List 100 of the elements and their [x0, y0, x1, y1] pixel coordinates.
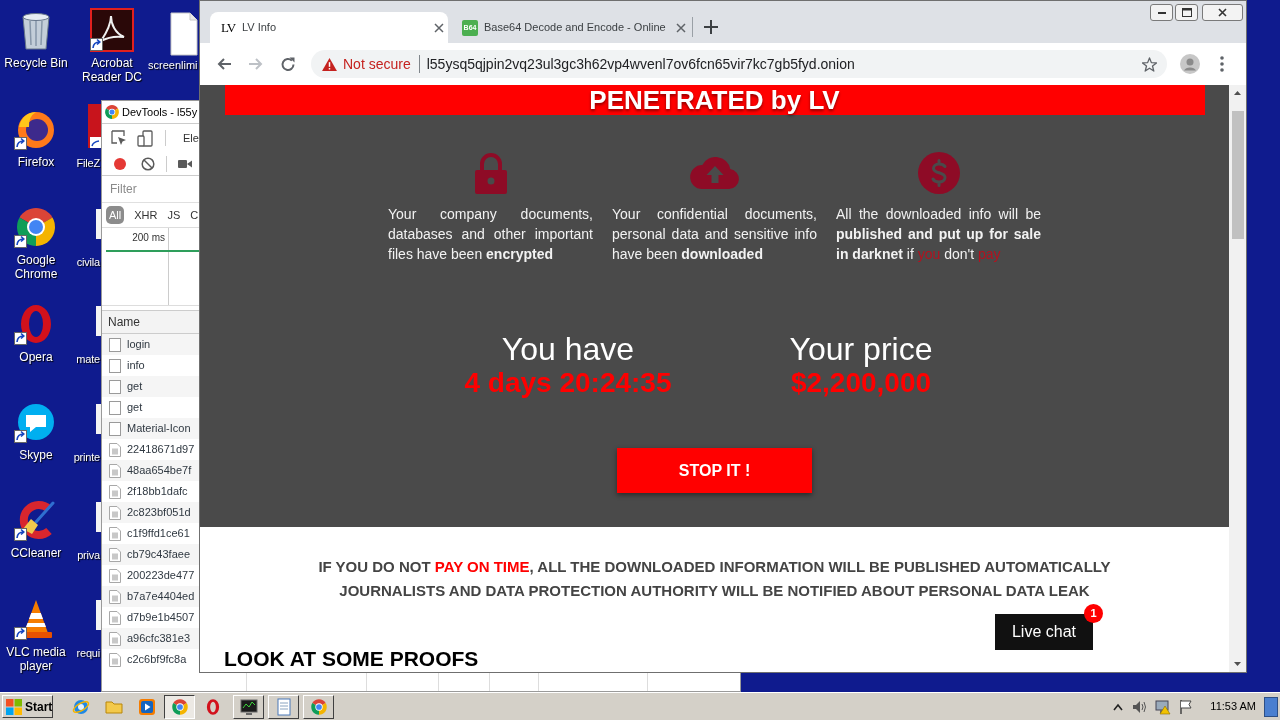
icon-label[interactable]: screenlimi	[148, 58, 198, 72]
inspect-icon[interactable]	[111, 130, 127, 146]
file-icon[interactable]	[170, 12, 198, 56]
warning-text: IF YOU DO NOT PAY ON TIME, ALL THE DOWNLOADED INFORMATION WILL BE PUBLISHED AUTOMATICALLY	[318, 557, 1111, 577]
request-row[interactable]: get	[102, 376, 199, 397]
close-button[interactable]	[1202, 4, 1243, 21]
request-name: get	[127, 400, 143, 416]
file-icon	[109, 421, 121, 436]
column-header[interactable]: Name	[102, 310, 199, 334]
star-icon[interactable]	[1142, 56, 1157, 72]
request-row[interactable]: Material-Icon	[102, 418, 199, 439]
clear-icon[interactable]	[141, 156, 155, 171]
request-name: 2f18bb1dafc	[127, 484, 188, 500]
request-name: 48aa654be7f	[127, 463, 192, 479]
stat-label: You have	[501, 331, 635, 367]
filter-field[interactable]: Filter	[110, 179, 196, 199]
new-tab-icon[interactable]	[704, 20, 718, 34]
scrollbar-thumb[interactable]	[1231, 111, 1244, 239]
flag-icon[interactable]	[1178, 698, 1195, 715]
avatar-icon[interactable]	[1180, 54, 1200, 74]
file-icon	[109, 358, 121, 373]
browser-tab[interactable]: LV LV Info	[210, 12, 448, 43]
start-button[interactable]: Start	[2, 695, 53, 718]
quick-launch-button[interactable]	[164, 694, 195, 719]
menu-icon[interactable]	[1220, 56, 1224, 72]
icon-label[interactable]: VLC media player	[0, 645, 72, 673]
request-row[interactable]: 2c823bf051d	[102, 502, 199, 523]
feature-text: Your company documents, databases and other important files have been encrypted	[388, 205, 593, 264]
address-bar[interactable]: Not secure l55ysq5qjpin2vq23ul3gc3h62vp4wvenl7ov6fcn65vir7kc7gb5fyd.onion	[311, 50, 1167, 78]
back-icon[interactable]	[216, 56, 232, 72]
device-toggle-icon[interactable]	[137, 129, 153, 147]
image-file-icon	[109, 589, 121, 604]
request-row[interactable]: b7a7e4404ed	[102, 586, 199, 607]
section-heading: LOOK AT SOME PROOFS	[224, 648, 479, 670]
icon-label[interactable]: requi	[76, 646, 100, 660]
globe-ring-icon	[71, 697, 90, 716]
logo-icon	[6, 698, 22, 715]
icon-label[interactable]: priva	[77, 548, 100, 562]
request-name: b7a7e4404ed	[127, 589, 195, 605]
request-row[interactable]: cb79c43faee	[102, 544, 199, 565]
icon-label[interactable]: CCleaner	[10, 546, 62, 560]
request-name: 200223de477	[127, 568, 195, 584]
request-row[interactable]: 48aa654be7f	[102, 460, 199, 481]
tricolor-circle-icon[interactable]	[14, 205, 58, 249]
close-icon[interactable]	[434, 22, 444, 33]
minimize-button[interactable]	[1150, 4, 1173, 21]
icon-label[interactable]: Firefox	[17, 155, 55, 169]
request-name: c1f9ffd1ce61	[127, 526, 190, 542]
request-name: 22418671d97	[127, 442, 195, 458]
headline-banner: PENETRATED by LV	[224, 85, 1205, 115]
icon-label[interactable]: mate	[76, 352, 100, 366]
image-file-icon	[109, 652, 121, 667]
stat-value: 4 days 20:24:35	[464, 367, 672, 399]
request-name: login	[127, 337, 151, 353]
stat-value: $2,200,000	[790, 367, 932, 399]
stop-button[interactable]: STOP IT !	[617, 448, 812, 493]
image-file-icon	[109, 463, 121, 478]
reload-icon[interactable]	[280, 56, 296, 72]
type-filter-tab[interactable]: JS	[167, 206, 181, 224]
security-indicator[interactable]: Not secure	[343, 53, 411, 75]
feature-text: All the downloaded info will be published and put up for sale in darknet if you don't pay	[836, 205, 1041, 264]
image-file-icon	[109, 568, 121, 583]
icon-label[interactable]: civila	[76, 255, 100, 269]
tricolor-circle-icon	[104, 104, 120, 120]
timeline-tick-label: 200 ms	[132, 231, 165, 245]
taskbar-button[interactable]	[268, 694, 299, 719]
request-row[interactable]: a96cfc381e3	[102, 628, 199, 649]
request-name: get	[127, 379, 143, 395]
image-file-icon	[109, 547, 121, 562]
icon-label[interactable]: FileZ	[76, 156, 100, 170]
close-icon[interactable]	[676, 22, 686, 33]
record-icon[interactable]	[113, 156, 127, 171]
show-desktop-icon[interactable]	[1264, 696, 1278, 717]
icon-label[interactable]: Acrobat Reader DC	[76, 56, 148, 84]
icon-label[interactable]: Skype	[19, 448, 53, 462]
icon-label[interactable]: Opera	[19, 350, 53, 364]
chevron-up-icon[interactable]	[1113, 702, 1124, 711]
type-filter-tab[interactable]: C	[190, 206, 199, 224]
padlock-icon	[474, 152, 507, 194]
maximize-button[interactable]	[1175, 4, 1198, 21]
url-text: l55ysq5qjpin2vq23ul3gc3h62vp4wvenl7ov6fcn65vir7kc7gb5fyd.onion	[426, 54, 855, 74]
minimize-icon	[1157, 11, 1166, 14]
request-row[interactable]: login	[102, 334, 199, 355]
icon-label[interactable]: Google Chrome	[0, 253, 72, 281]
clock[interactable]: 11:53 AM	[1210, 698, 1256, 715]
video-camera-icon[interactable]	[178, 158, 192, 169]
icon-label[interactable]: printe	[73, 450, 100, 464]
image-file-icon	[109, 610, 121, 625]
stat-label: Your price	[789, 331, 933, 367]
taskbar-button[interactable]	[303, 694, 334, 719]
app-icon[interactable]	[88, 104, 101, 148]
image-file-icon	[109, 484, 121, 499]
network-icon[interactable]	[1155, 698, 1172, 715]
panel-tab[interactable]: Ele	[183, 129, 199, 147]
type-filter-tab[interactable]: XHR	[134, 206, 158, 224]
icon-label[interactable]: Recycle Bin	[4, 56, 68, 70]
request-name: Material-Icon	[127, 421, 191, 437]
window-title: DevTools - l55y	[122, 104, 198, 120]
reader-app-icon[interactable]	[90, 8, 134, 52]
taskbar-button[interactable]	[233, 694, 264, 719]
